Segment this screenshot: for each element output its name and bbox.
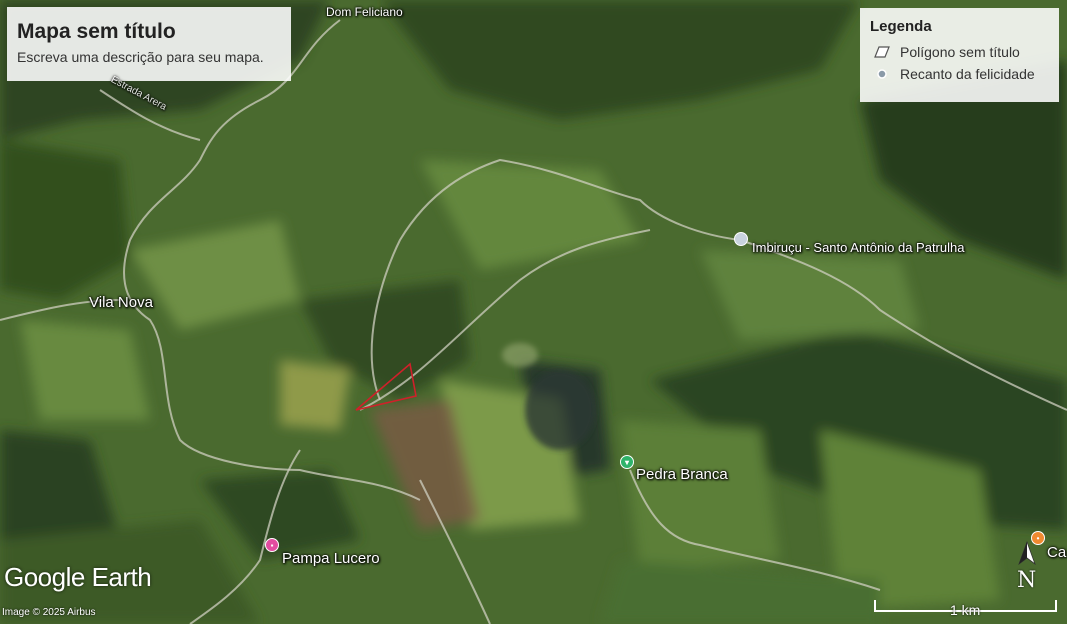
google-earth-logo: Google Earth [4,562,152,592]
map-description[interactable]: Escreva uma descrição para seu mapa. [17,49,281,65]
legend-item-polygon[interactable]: Polígono sem título [870,41,1049,63]
map-title[interactable]: Mapa sem título [17,19,281,45]
place-label-pedra-branca[interactable]: Pedra Branca [636,466,728,483]
pedra-branca-pin-icon[interactable]: ▾ [620,455,634,469]
pampa-lucero-pin-icon[interactable]: ▪ [265,538,279,552]
place-label-ca[interactable]: Ca [1047,544,1066,561]
scale-label: 1 km [950,602,981,618]
legend-panel: Legenda Polígono sem título Recanto da f… [860,8,1059,102]
place-label-vila-nova[interactable]: Vila Nova [89,294,153,311]
map-title-card: Mapa sem título Escreva uma descrição pa… [7,7,291,81]
compass-label: N [1017,568,1037,593]
legend-item-point[interactable]: Recanto da felicidade [870,63,1049,85]
place-label-pampa-lucero[interactable]: Pampa Lucero [282,550,380,567]
image-credit: Image © 2025 Airbus [2,607,96,618]
place-label-dom-feliciano[interactable]: Dom Feliciano [326,5,403,19]
imbirucu-pin-icon[interactable] [734,232,748,246]
compass-icon[interactable]: N [1013,540,1041,598]
legend-heading: Legenda [870,18,932,35]
legend-item-label: Polígono sem título [900,44,1020,60]
legend-item-label: Recanto da felicidade [900,66,1035,82]
polygon-icon [870,45,894,59]
place-label-imbirucu[interactable]: Imbiruçu - Santo Antônio da Patrulha [752,240,964,255]
point-icon [870,68,894,80]
